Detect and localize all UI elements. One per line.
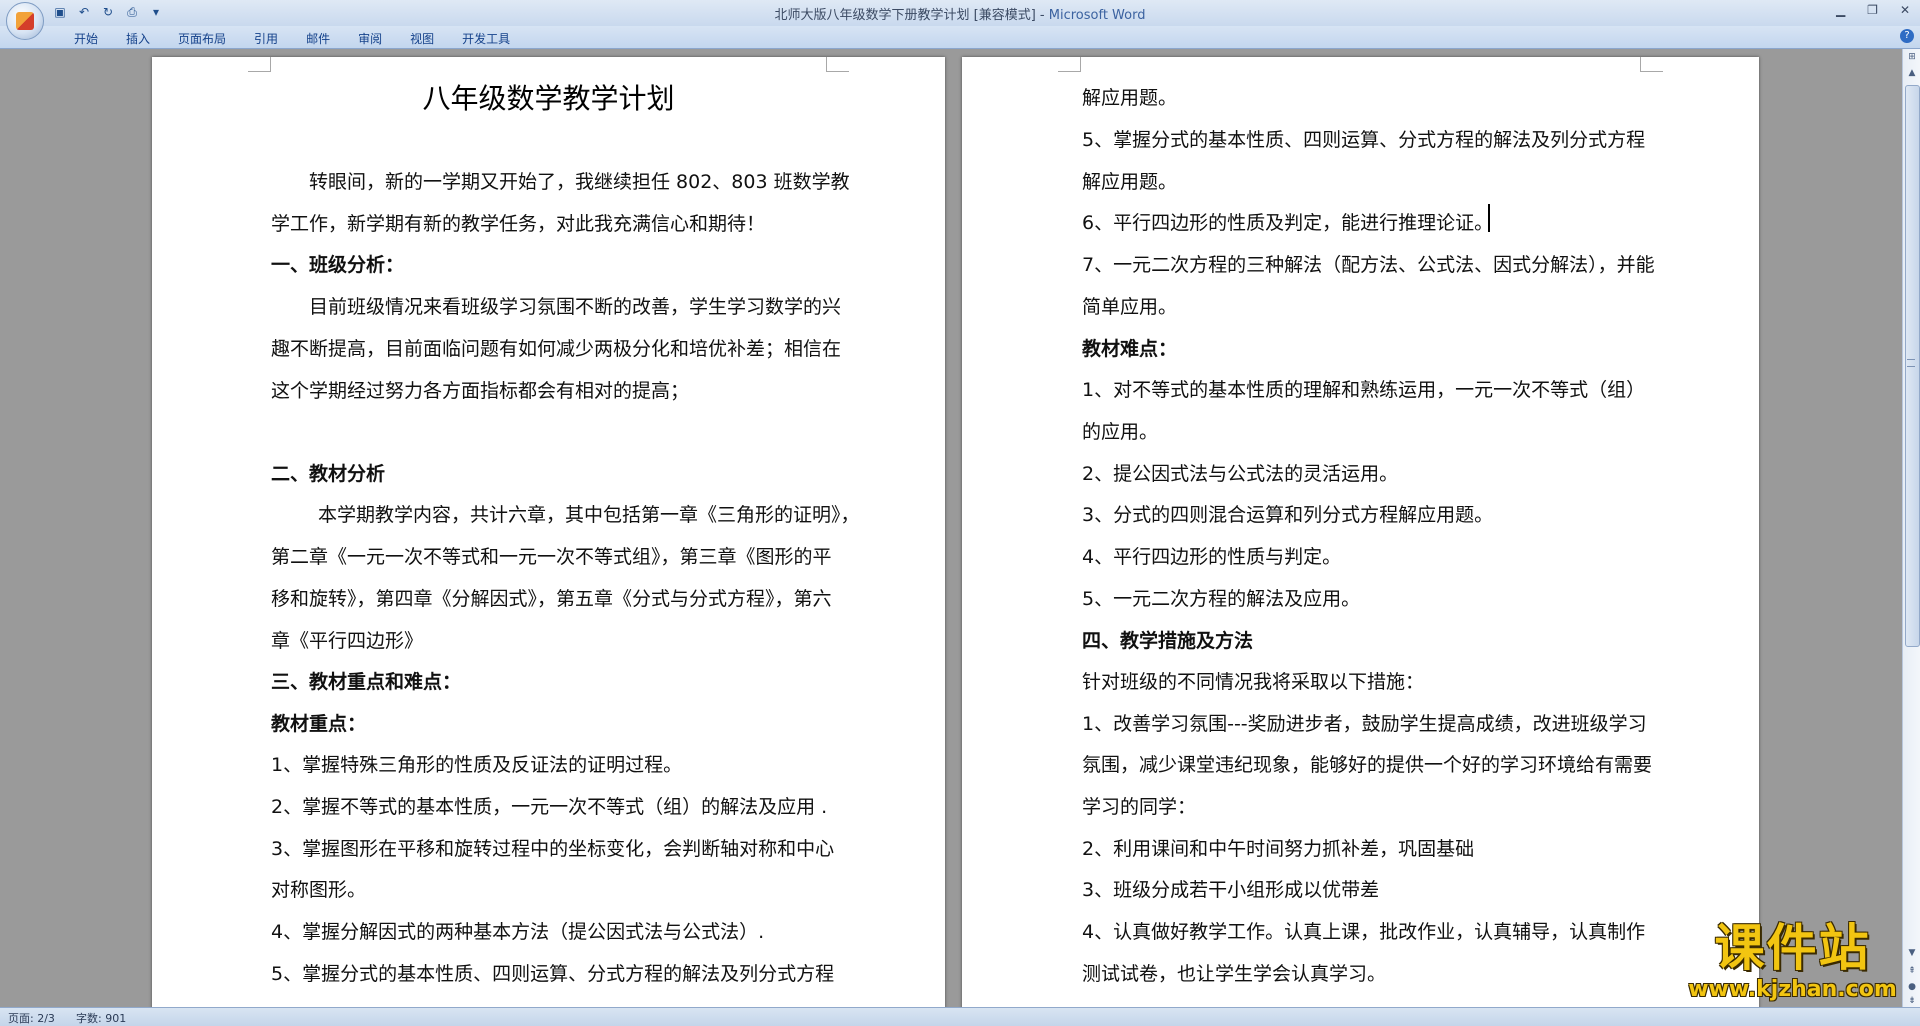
paragraph-line: 本学期教学内容，共计六章，其中包括第一章《三角形的证明》， xyxy=(318,504,860,526)
list-item: 测试试卷，也让学生学会认真学习。 xyxy=(1082,963,1387,985)
ribbon-tabs: 开始 插入 页面布局 引用 邮件 审阅 视图 开发工具 xyxy=(60,30,524,47)
title-separator: - xyxy=(1035,8,1049,23)
document-area[interactable]: 八年级数学教学计划 转眼间，新的一学期又开始了，我继续担任 802、803 班数… xyxy=(0,49,1902,1007)
ruler-toggle-icon[interactable]: ⊞ xyxy=(1904,49,1920,65)
list-item: 2、利用课间和中午时间努力抓补差，巩固基础 xyxy=(1082,838,1475,860)
scrollbar-grip-icon xyxy=(1907,359,1915,367)
page-title: 八年级数学教学计划 xyxy=(422,82,675,115)
list-item: 1、对不等式的基本性质的理解和熟练运用，一元一次不等式（组） xyxy=(1082,379,1646,401)
paragraph-line: 趣不断提高，目前面临问题有如何减少两极分化和培优补差；相信在 xyxy=(271,338,842,360)
list-item: 6、平行四边形的性质及判定，能进行推理论证。 xyxy=(1082,212,1494,234)
paragraph-line: 解应用题。 xyxy=(1082,87,1178,109)
paragraph-line: 第二章《一元一次不等式和一元一次不等式组》，第三章《图形的平 xyxy=(271,546,832,568)
window-controls: ▁ ❐ ✕ xyxy=(1836,3,1910,17)
tab-page-layout[interactable]: 页面布局 xyxy=(164,30,240,47)
margin-mark xyxy=(248,57,271,72)
list-item: 对称图形。 xyxy=(271,879,367,901)
minimize-icon[interactable]: ▁ xyxy=(1836,3,1845,17)
tab-review[interactable]: 审阅 xyxy=(344,30,396,47)
list-item: 3、班级分成若干小组形成以优带差 xyxy=(1082,879,1380,901)
office-logo-icon xyxy=(16,12,34,30)
close-icon[interactable]: ✕ xyxy=(1900,3,1910,17)
margin-mark xyxy=(826,57,849,72)
list-item: 1、掌握特殊三角形的性质及反证法的证明过程。 xyxy=(271,754,683,776)
tab-insert[interactable]: 插入 xyxy=(112,30,164,47)
section-heading: 四、教学措施及方法 xyxy=(1082,630,1254,652)
section-heading: 一、班级分析： xyxy=(271,254,405,276)
watermark-title: 课件站 xyxy=(1714,919,1871,977)
tab-references[interactable]: 引用 xyxy=(240,30,292,47)
watermark-logo: 课件站 www.kjzhan.com xyxy=(1670,920,1915,1004)
title-bar: ▣ ↶ ↻ ⎙ ▾ 北师大版八年级数学下册教学计划 [兼容模式] - Micro… xyxy=(0,0,1920,40)
list-item: 2、掌握不等式的基本性质，一元一次不等式（组）的解法及应用 . xyxy=(271,796,828,818)
tab-mailings[interactable]: 邮件 xyxy=(292,30,344,47)
document-name: 北师大版八年级数学下册教学计划 [兼容模式] xyxy=(774,8,1036,23)
paragraph-line: 目前班级情况来看班级学习氛围不断的改善，学生学习数学的兴 xyxy=(309,296,842,318)
paragraph-line: 转眼间，新的一学期又开始了，我继续担任 802、803 班数学教 xyxy=(309,171,850,193)
section-heading: 二、教材分析 xyxy=(271,463,386,485)
office-button[interactable] xyxy=(6,2,44,40)
page-left[interactable]: 八年级数学教学计划 转眼间，新的一学期又开始了，我继续担任 802、803 班数… xyxy=(152,57,945,1007)
ribbon: 开始 插入 页面布局 引用 邮件 审阅 视图 开发工具 ? xyxy=(0,26,1920,49)
list-item: 5、掌握分式的基本性质、四则运算、分式方程的解法及列分式方程 xyxy=(271,963,835,985)
subsection-heading: 教材难点： xyxy=(1082,338,1178,360)
list-item: 简单应用。 xyxy=(1082,296,1178,318)
watermark-url: www.kjzhan.com xyxy=(1688,977,1897,1002)
vertical-scrollbar[interactable]: ⊞ ▲ ▼ ⇞ ● ⇟ xyxy=(1902,49,1920,1007)
restore-icon[interactable]: ❐ xyxy=(1867,3,1878,17)
tab-home[interactable]: 开始 xyxy=(60,30,112,47)
text-cursor xyxy=(1488,204,1490,232)
list-item: 3、掌握图形在平移和旋转过程中的坐标变化，会判断轴对称和中心 xyxy=(271,838,835,860)
tab-developer[interactable]: 开发工具 xyxy=(448,30,524,47)
list-item: 5、一元二次方程的解法及应用。 xyxy=(1082,588,1361,610)
list-item: 的应用。 xyxy=(1082,421,1159,443)
list-item: 氛围，减少课堂违纪现象，能够好的提供一个好的学习环境给有需要 xyxy=(1082,754,1653,776)
list-item: 学习的同学： xyxy=(1082,796,1197,818)
paragraph-line: 移和旋转》，第四章《分解因式》，第五章《分式与分式方程》，第六 xyxy=(271,588,832,610)
paragraph-line: 针对班级的不同情况我将采取以下措施： xyxy=(1082,671,1425,693)
list-item: 4、认真做好教学工作。认真上课，批改作业，认真辅导，认真制作 xyxy=(1082,921,1646,943)
list-item: 5、掌握分式的基本性质、四则运算、分式方程的解法及列分式方程 xyxy=(1082,129,1646,151)
help-icon[interactable]: ? xyxy=(1900,29,1914,43)
list-item: 4、掌握分解因式的两种基本方法（提公因式法与公式法）. xyxy=(271,921,765,943)
subsection-heading: 教材重点： xyxy=(271,713,367,735)
app-name: Microsoft Word xyxy=(1048,8,1146,23)
section-heading: 三、教材重点和难点： xyxy=(271,671,462,693)
list-item: 7、一元二次方程的三种解法（配方法、公式法、因式分解法），并能 xyxy=(1082,254,1655,276)
list-item: 解应用题。 xyxy=(1082,171,1178,193)
page-right[interactable]: 解应用题。 5、掌握分式的基本性质、四则运算、分式方程的解法及列分式方程 解应用… xyxy=(962,57,1759,1007)
page-indicator[interactable]: 页面: 2/3 xyxy=(8,1010,55,1026)
list-item: 1、改善学习氛围---奖励进步者，鼓励学生提高成绩，改进班级学习 xyxy=(1082,713,1647,735)
word-count[interactable]: 字数: 901 xyxy=(76,1010,126,1026)
status-bar: 页面: 2/3 字数: 901 xyxy=(0,1007,1920,1026)
paragraph-line: 这个学期经过努力各方面指标都会有相对的提高； xyxy=(271,380,690,402)
window-title: 北师大版八年级数学下册教学计划 [兼容模式] - Microsoft Word xyxy=(0,4,1920,23)
list-item: 3、分式的四则混合运算和列分式方程解应用题。 xyxy=(1082,504,1494,526)
margin-mark xyxy=(1640,57,1663,72)
list-item: 2、提公因式法与公式法的灵活运用。 xyxy=(1082,463,1399,485)
paragraph-line: 章《平行四边形》 xyxy=(271,630,424,652)
margin-mark xyxy=(1058,57,1081,72)
scroll-up-icon[interactable]: ▲ xyxy=(1904,65,1920,81)
paragraph-line: 学工作，新学期有新的教学任务，对此我充满信心和期待！ xyxy=(271,213,766,235)
list-item: 4、平行四边形的性质与判定。 xyxy=(1082,546,1342,568)
tab-view[interactable]: 视图 xyxy=(396,30,448,47)
